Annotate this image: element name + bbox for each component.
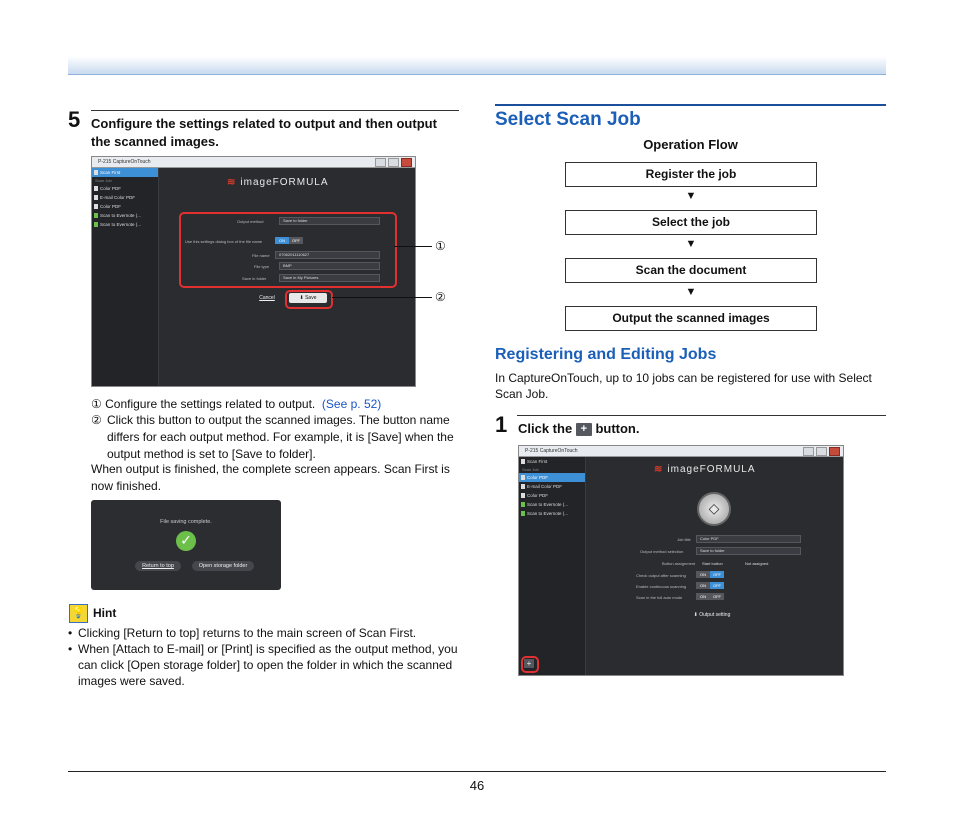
note-2-num: ②: [91, 413, 102, 427]
toggle: ON OFF: [696, 593, 724, 600]
field-label: Button assignment: [662, 561, 696, 566]
callout-number-2: ②: [435, 290, 446, 304]
step-rule: [91, 110, 459, 111]
job-title-input: Color PDF: [696, 535, 801, 543]
sidebar-item: Scan to Evernote (...: [519, 500, 585, 509]
highlight-settings-box: [179, 212, 397, 288]
toggle: ON OFF: [696, 582, 724, 589]
highlight-save-button: [285, 290, 333, 309]
sidebar: Scan First Scan Job Color PDF E-mail Col…: [92, 168, 159, 386]
field-label: Output method selection: [640, 549, 684, 554]
sidebar: Scan First Scan Job Color PDF E-mail Col…: [519, 457, 586, 675]
close-icon: [401, 158, 412, 167]
step-rule: [517, 415, 886, 416]
check-icon: ✓: [176, 531, 196, 551]
see-page-link[interactable]: (See p. 52): [322, 397, 381, 411]
toggle: ON OFF: [696, 571, 724, 578]
sidebar-item: Color PDF: [519, 473, 585, 482]
flow-step: Register the job: [565, 162, 817, 187]
not-assigned-radio: Not assigned: [745, 561, 769, 566]
page-number: 46: [469, 778, 485, 793]
complete-screen-screenshot: File saving complete. ✓ Return to top Op…: [91, 500, 281, 590]
complete-message: File saving complete.: [160, 519, 212, 525]
output-method-select: Save to folder: [696, 547, 801, 555]
intro-text: In CaptureOnTouch, up to 10 jobs can be …: [495, 371, 872, 401]
hint-icon: 💡: [69, 604, 88, 623]
section-rule: [495, 104, 886, 106]
header-band: [68, 56, 886, 75]
sidebar-item: Scan to Evernote (...: [92, 220, 158, 229]
return-to-top-button: Return to top: [135, 561, 181, 571]
window-titlebar: P-215 CaptureOnTouch: [92, 157, 415, 168]
operation-flow-heading: Operation Flow: [643, 137, 738, 152]
field-label: Job title: [677, 537, 691, 542]
hint-bullet: When [Attach to E-mail] or [Print] is sp…: [78, 642, 458, 688]
minimize-icon: [375, 158, 386, 167]
flow-arrow: ▼: [685, 238, 697, 250]
hint-bullet-mark: •: [68, 626, 73, 640]
note-2: Click this button to output the scanned …: [107, 413, 454, 461]
sidebar-item: E-mail Color PDF: [519, 482, 585, 491]
hint-title: Hint: [93, 606, 117, 620]
open-storage-folder-button: Open storage folder: [192, 561, 254, 571]
flow-step: Select the job: [565, 210, 817, 235]
hint-bullet-mark: •: [68, 642, 73, 656]
callout-number-1: ①: [435, 239, 446, 253]
imageformula-logo: ≋ imageFORMULA: [654, 464, 756, 475]
note-1: ① Configure the settings related to outp…: [91, 397, 382, 411]
close-icon: [829, 447, 840, 456]
flow-arrow: ▼: [685, 190, 697, 202]
after-text: When output is finished, the complete sc…: [91, 462, 450, 493]
start-button-radio: Start button: [702, 561, 723, 566]
sidebar-item-scan-first: Scan First: [92, 168, 158, 177]
footer-rule: [68, 771, 886, 772]
section-title: Select Scan Job: [495, 109, 641, 130]
highlight-add-button: [521, 656, 539, 673]
sidebar-item-scan-first: Scan First: [519, 457, 585, 466]
sidebar-item: Scan to Evernote (...: [92, 211, 158, 220]
flow-step: Output the scanned images: [565, 306, 817, 331]
sidebar-item: Color PDF: [92, 184, 158, 193]
minimize-icon: [803, 447, 814, 456]
cancel-button: Cancel: [259, 295, 275, 301]
scanner-start-icon: ◇: [697, 492, 731, 526]
callout-line-1: [394, 246, 432, 247]
flow-arrow: ▼: [685, 286, 697, 298]
step-number: 1: [495, 412, 508, 437]
plus-button-icon: +: [575, 423, 592, 437]
subsection-title: Registering and Editing Jobs: [495, 346, 717, 363]
maximize-icon: [816, 447, 827, 456]
screenshot-select-scan-job: P-215 CaptureOnTouch Scan First Scan Job…: [518, 445, 844, 676]
window-titlebar: P-215 CaptureOnTouch: [519, 446, 843, 457]
callout-line-2: [332, 297, 432, 298]
sidebar-group-label: Scan Job: [522, 467, 539, 472]
sidebar-item: E-mail Color PDF: [92, 193, 158, 202]
sidebar-item: Scan to Evernote (...: [519, 509, 585, 518]
sidebar-group-label: Scan Job: [95, 178, 112, 183]
field-label: Scan in the full auto mode: [636, 595, 683, 600]
output-setting-button: ⬇ Output setting: [693, 612, 731, 618]
maximize-icon: [388, 158, 399, 167]
imageformula-logo: ≋ imageFORMULA: [227, 177, 329, 188]
flow-step: Scan the document: [565, 258, 817, 283]
field-label: Enable continuous scanning: [636, 584, 687, 589]
step-text: Configure the settings related to output…: [91, 116, 437, 149]
step-text: Click the + button.: [518, 421, 640, 437]
step-number: 5: [68, 107, 81, 132]
sidebar-item: Color PDF: [92, 202, 158, 211]
field-label: Check output after scanning: [636, 573, 686, 578]
screenshot-output-settings: P-215 CaptureOnTouch Scan First Scan Job…: [91, 156, 416, 387]
hint-bullet: Clicking [Return to top] returns to the …: [78, 626, 417, 640]
sidebar-item: Color PDF: [519, 491, 585, 500]
